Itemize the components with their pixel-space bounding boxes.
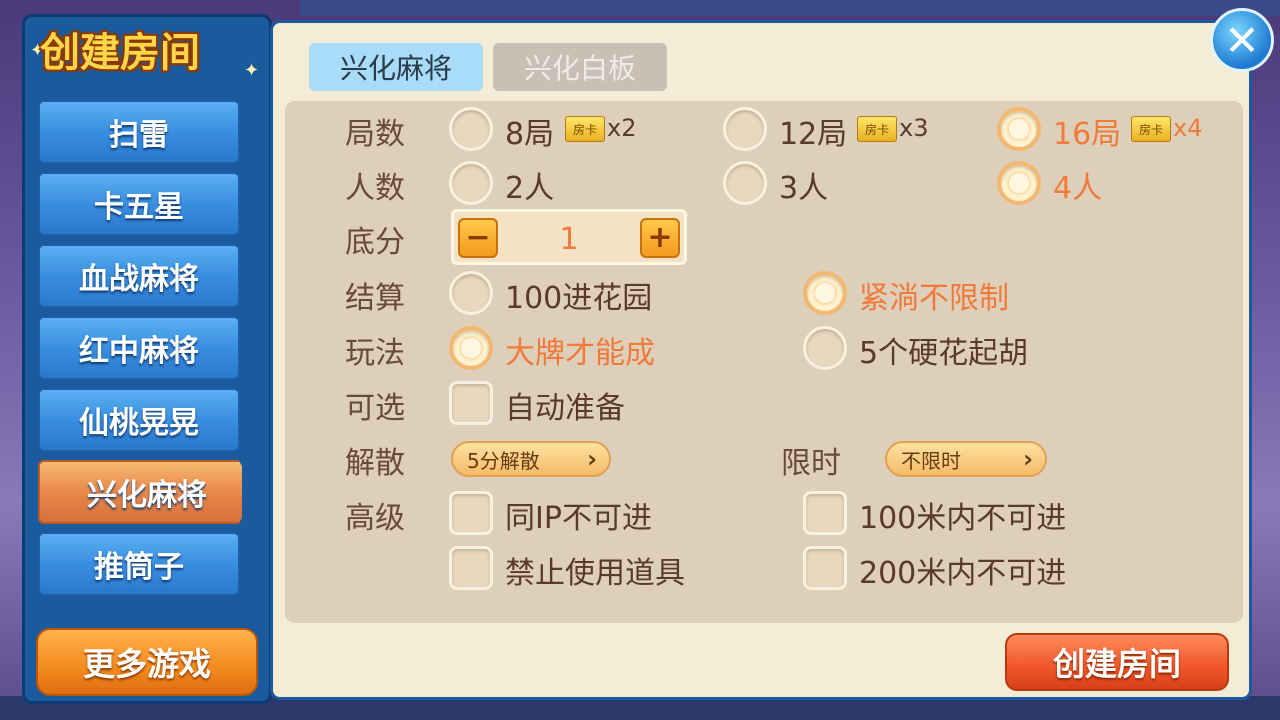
option-no-props: 禁止使用道具: [505, 556, 685, 591]
option-players-4: 4人: [1053, 171, 1103, 206]
label-settle: 结算: [345, 281, 405, 316]
game-item-tuitongzi[interactable]: 推筒子: [38, 532, 240, 596]
more-games-button[interactable]: 更多游戏: [36, 628, 258, 696]
star-icon: ✦: [244, 60, 260, 81]
option-play-five-flowers: 5个硬花起胡: [859, 336, 1029, 371]
dissolve-value: 5分解散: [467, 448, 540, 473]
radio-players-3[interactable]: [723, 161, 767, 205]
checkbox-200m[interactable]: [803, 546, 847, 590]
option-rounds-12: 12局: [779, 117, 848, 152]
game-item-xiantao[interactable]: 仙桃晃晃: [38, 388, 240, 452]
label-players: 人数: [345, 171, 405, 206]
option-settle-garden: 100进花园: [505, 281, 653, 316]
checkbox-same-ip[interactable]: [449, 491, 493, 535]
time-limit-select[interactable]: 不限时 ›: [885, 441, 1047, 477]
option-rounds-16: 16局: [1053, 117, 1122, 152]
close-button[interactable]: ✕: [1210, 8, 1274, 72]
label-base-score: 底分: [345, 225, 405, 260]
option-players-3: 3人: [779, 171, 829, 206]
checkbox-no-props[interactable]: [449, 546, 493, 590]
time-limit-value: 不限时: [901, 448, 961, 473]
room-card-icon: 房卡: [1131, 116, 1171, 142]
room-settings-panel: 兴化麻将 兴化白板 局数 8局 房卡 x2 12局 房卡 x3 16局 房卡 x…: [270, 20, 1252, 700]
option-auto-ready: 自动准备: [505, 391, 625, 426]
tab-xinghua-majiang[interactable]: 兴化麻将: [309, 43, 483, 91]
multiplier: x2: [607, 114, 637, 142]
radio-rounds-12[interactable]: [723, 107, 767, 151]
checkbox-auto-ready[interactable]: [449, 381, 493, 425]
radio-rounds-8[interactable]: [449, 107, 493, 151]
option-play-bigcards: 大牌才能成: [505, 336, 655, 371]
label-time-limit: 限时: [781, 446, 841, 481]
multiplier: x3: [899, 114, 929, 142]
tab-xinghua-baiban[interactable]: 兴化白板: [493, 43, 667, 91]
close-icon: ✕: [1224, 15, 1260, 65]
plus-button[interactable]: +: [640, 218, 680, 258]
option-same-ip: 同IP不可进: [505, 501, 652, 536]
option-settle-unlimited: 紧淌不限制: [859, 281, 1009, 316]
chevron-right-icon: ›: [587, 445, 597, 473]
game-item-xinghua[interactable]: 兴化麻将: [38, 460, 242, 524]
chevron-right-icon: ›: [1023, 445, 1033, 473]
game-item-xuezhan[interactable]: 血战麻将: [38, 244, 240, 308]
radio-play-five-flowers[interactable]: [803, 326, 847, 370]
background-top-bar: [300, 0, 1280, 16]
label-rounds: 局数: [345, 117, 405, 152]
label-advanced: 高级: [345, 501, 405, 536]
label-dissolve: 解散: [345, 446, 405, 481]
option-rounds-8: 8局: [505, 117, 555, 152]
label-play: 玩法: [345, 336, 405, 371]
game-item-saolei[interactable]: 扫雷: [38, 100, 240, 164]
base-score-stepper: − 1 +: [451, 209, 687, 265]
radio-settle-garden[interactable]: [449, 271, 493, 315]
radio-rounds-16[interactable]: [997, 107, 1041, 151]
option-200m: 200米内不可进: [859, 556, 1067, 591]
radio-play-bigcards[interactable]: [449, 326, 493, 370]
game-item-hongzhong[interactable]: 红中麻将: [38, 316, 240, 380]
sidebar-title: 创建房间: [40, 30, 200, 76]
checkbox-100m[interactable]: [803, 491, 847, 535]
radio-players-2[interactable]: [449, 161, 493, 205]
option-players-2: 2人: [505, 171, 555, 206]
options-box: 局数 8局 房卡 x2 12局 房卡 x3 16局 房卡 x4 人数 2人 3人…: [285, 101, 1243, 623]
radio-settle-unlimited[interactable]: [803, 271, 847, 315]
label-optional: 可选: [345, 391, 405, 426]
option-100m: 100米内不可进: [859, 501, 1067, 536]
game-item-kawuxing[interactable]: 卡五星: [38, 172, 240, 236]
dissolve-select[interactable]: 5分解散 ›: [451, 441, 611, 477]
multiplier: x4: [1173, 114, 1203, 142]
game-list[interactable]: 扫雷 卡五星 血战麻将 红中麻将 仙桃晃晃 兴化麻将 推筒子: [38, 100, 242, 612]
room-card-icon: 房卡: [565, 116, 605, 142]
create-room-button[interactable]: 创建房间: [1005, 633, 1229, 691]
radio-players-4[interactable]: [997, 161, 1041, 205]
room-card-icon: 房卡: [857, 116, 897, 142]
